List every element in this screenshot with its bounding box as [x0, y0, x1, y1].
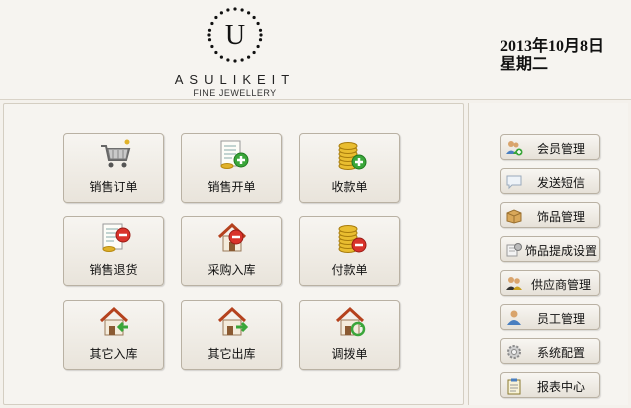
system-config-button[interactable]: 系统配置 [500, 338, 600, 364]
users-add-icon [506, 141, 523, 156]
jewelry-commission-settings-button[interactable]: 饰品提成设置 [500, 236, 600, 262]
purchase-inbound-button[interactable]: 采购入库 [181, 216, 282, 286]
receipt-button[interactable]: 收款单 [299, 133, 400, 203]
shopping-cart-icon [101, 139, 131, 168]
sidebar-label: 发送短信 [536, 176, 585, 190]
other-inbound-button[interactable]: 其它入库 [63, 300, 164, 370]
clipboard-icon [507, 378, 521, 395]
sales-invoice-button[interactable]: 销售开单 [181, 133, 282, 203]
supplier-management-button[interactable]: 供应商管理 [500, 270, 600, 296]
coins-add-icon [338, 142, 367, 170]
logo-ring-icon: U [207, 7, 263, 63]
tile-label: 调拨单 [331, 347, 368, 361]
sidebar-label: 饰品管理 [536, 210, 585, 224]
member-management-button[interactable]: 会员管理 [500, 134, 600, 160]
weekday-text: 星期二 [500, 56, 549, 73]
tile-label: 收款单 [331, 180, 368, 194]
tile-label: 销售订单 [89, 180, 138, 194]
tile-label: 采购入库 [207, 263, 256, 277]
send-sms-button[interactable]: 发送短信 [500, 168, 600, 194]
person-icon [507, 310, 521, 325]
sidebar-label: 员工管理 [536, 312, 585, 326]
logo-letter: U [225, 20, 245, 51]
payment-button[interactable]: 付款单 [299, 216, 400, 286]
jewelry-management-button[interactable]: 饰品管理 [500, 202, 600, 228]
brand-subtitle: FINE JEWELLERY [193, 88, 277, 98]
sidebar-label: 系统配置 [536, 346, 585, 360]
sidebar-label: 供应商管理 [530, 278, 591, 292]
tile-label: 销售开单 [207, 180, 256, 194]
tile-label: 付款单 [331, 263, 368, 277]
tile-label: 其它入库 [89, 347, 138, 361]
staff-management-button[interactable]: 员工管理 [500, 304, 600, 330]
sidebar-label: 会员管理 [536, 142, 585, 156]
speech-bubble-icon [506, 175, 522, 190]
brand-name: ASULIKEIT [174, 72, 296, 87]
supplier-users-icon [506, 277, 522, 290]
report-center-button[interactable]: 报表中心 [500, 372, 600, 398]
date-text: 2013年10月8日 [500, 38, 605, 55]
sales-return-button[interactable]: 销售退货 [63, 216, 164, 286]
document-add-icon [220, 140, 249, 169]
gear-icon [507, 345, 521, 359]
tile-label: 销售退货 [89, 263, 138, 277]
date-display: 2013年10月8日 星期二 [500, 38, 604, 74]
brand-logo: U ASULIKEIT FINE JEWELLERY [160, 6, 310, 98]
house-in-icon [99, 306, 129, 336]
transfer-button[interactable]: 调拨单 [299, 300, 400, 370]
house-out-icon [217, 306, 249, 336]
sidebar-label: 饰品提成设置 [524, 244, 597, 258]
sidebar-label: 报表中心 [536, 380, 585, 394]
document-remove-icon [102, 223, 131, 252]
house-transfer-icon [335, 306, 366, 337]
other-outbound-button[interactable]: 其它出库 [181, 300, 282, 370]
box-icon [506, 209, 522, 224]
coins-remove-icon [338, 225, 367, 253]
header: U ASULIKEIT FINE JEWELLERY 2013年10月8日 星期… [0, 0, 631, 100]
sales-order-button[interactable]: 销售订单 [63, 133, 164, 203]
house-remove-icon [217, 222, 247, 252]
tile-label: 其它出库 [207, 347, 256, 361]
settings-list-icon [506, 243, 522, 257]
